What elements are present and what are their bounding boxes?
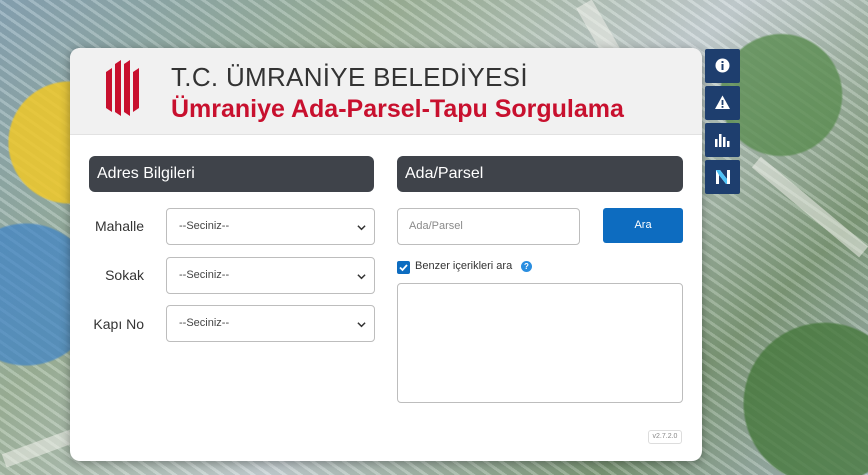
umraniye-logo-icon <box>106 60 139 116</box>
kapi-no-select-value: --Seciniz-- <box>179 317 230 329</box>
check-icon <box>399 264 408 272</box>
bar-chart-icon <box>715 134 730 147</box>
query-card: T.C. ÜMRANİYE BELEDİYESİ Ümraniye Ada-Pa… <box>70 48 702 461</box>
mahalle-label: Mahalle <box>94 218 144 234</box>
search-button[interactable]: Ara <box>603 208 683 243</box>
results-textarea[interactable] <box>397 283 683 403</box>
parcel-panel-header: Ada/Parsel <box>397 156 683 192</box>
sokak-select-value: --Seciniz-- <box>179 269 230 281</box>
page-title: T.C. ÜMRANİYE BELEDİYESİ <box>171 62 528 92</box>
n-logo-icon <box>716 170 730 184</box>
sokak-select[interactable]: --Seciniz-- <box>166 257 375 294</box>
warning-icon <box>715 95 730 109</box>
chevron-down-icon <box>357 274 366 280</box>
chevron-down-icon <box>357 322 366 328</box>
ada-parsel-input[interactable]: Ada/Parsel <box>397 208 580 245</box>
background-road <box>751 156 868 258</box>
warning-button[interactable] <box>705 86 740 120</box>
kapi-no-label: Kapı No <box>93 316 144 332</box>
netcad-button[interactable] <box>705 160 740 194</box>
info-button[interactable] <box>705 49 740 83</box>
info-icon <box>715 58 730 73</box>
similar-content-label[interactable]: Benzer içerikleri ara <box>415 260 512 272</box>
chevron-down-icon <box>357 225 366 231</box>
version-badge: v2.7.2.0 <box>648 430 682 444</box>
card-header: T.C. ÜMRANİYE BELEDİYESİ Ümraniye Ada-Pa… <box>70 48 702 135</box>
side-toolbar <box>705 49 740 197</box>
similar-content-checkbox[interactable] <box>397 261 410 274</box>
mahalle-select[interactable]: --Seciniz-- <box>166 208 375 245</box>
kapi-no-select[interactable]: --Seciniz-- <box>166 305 375 342</box>
page-subtitle: Ümraniye Ada-Parsel-Tapu Sorgulama <box>171 95 624 123</box>
mahalle-select-value: --Seciniz-- <box>179 220 230 232</box>
statistics-button[interactable] <box>705 123 740 157</box>
sokak-label: Sokak <box>105 267 144 283</box>
help-icon[interactable]: ? <box>521 261 532 272</box>
address-panel-header: Adres Bilgileri <box>89 156 374 192</box>
